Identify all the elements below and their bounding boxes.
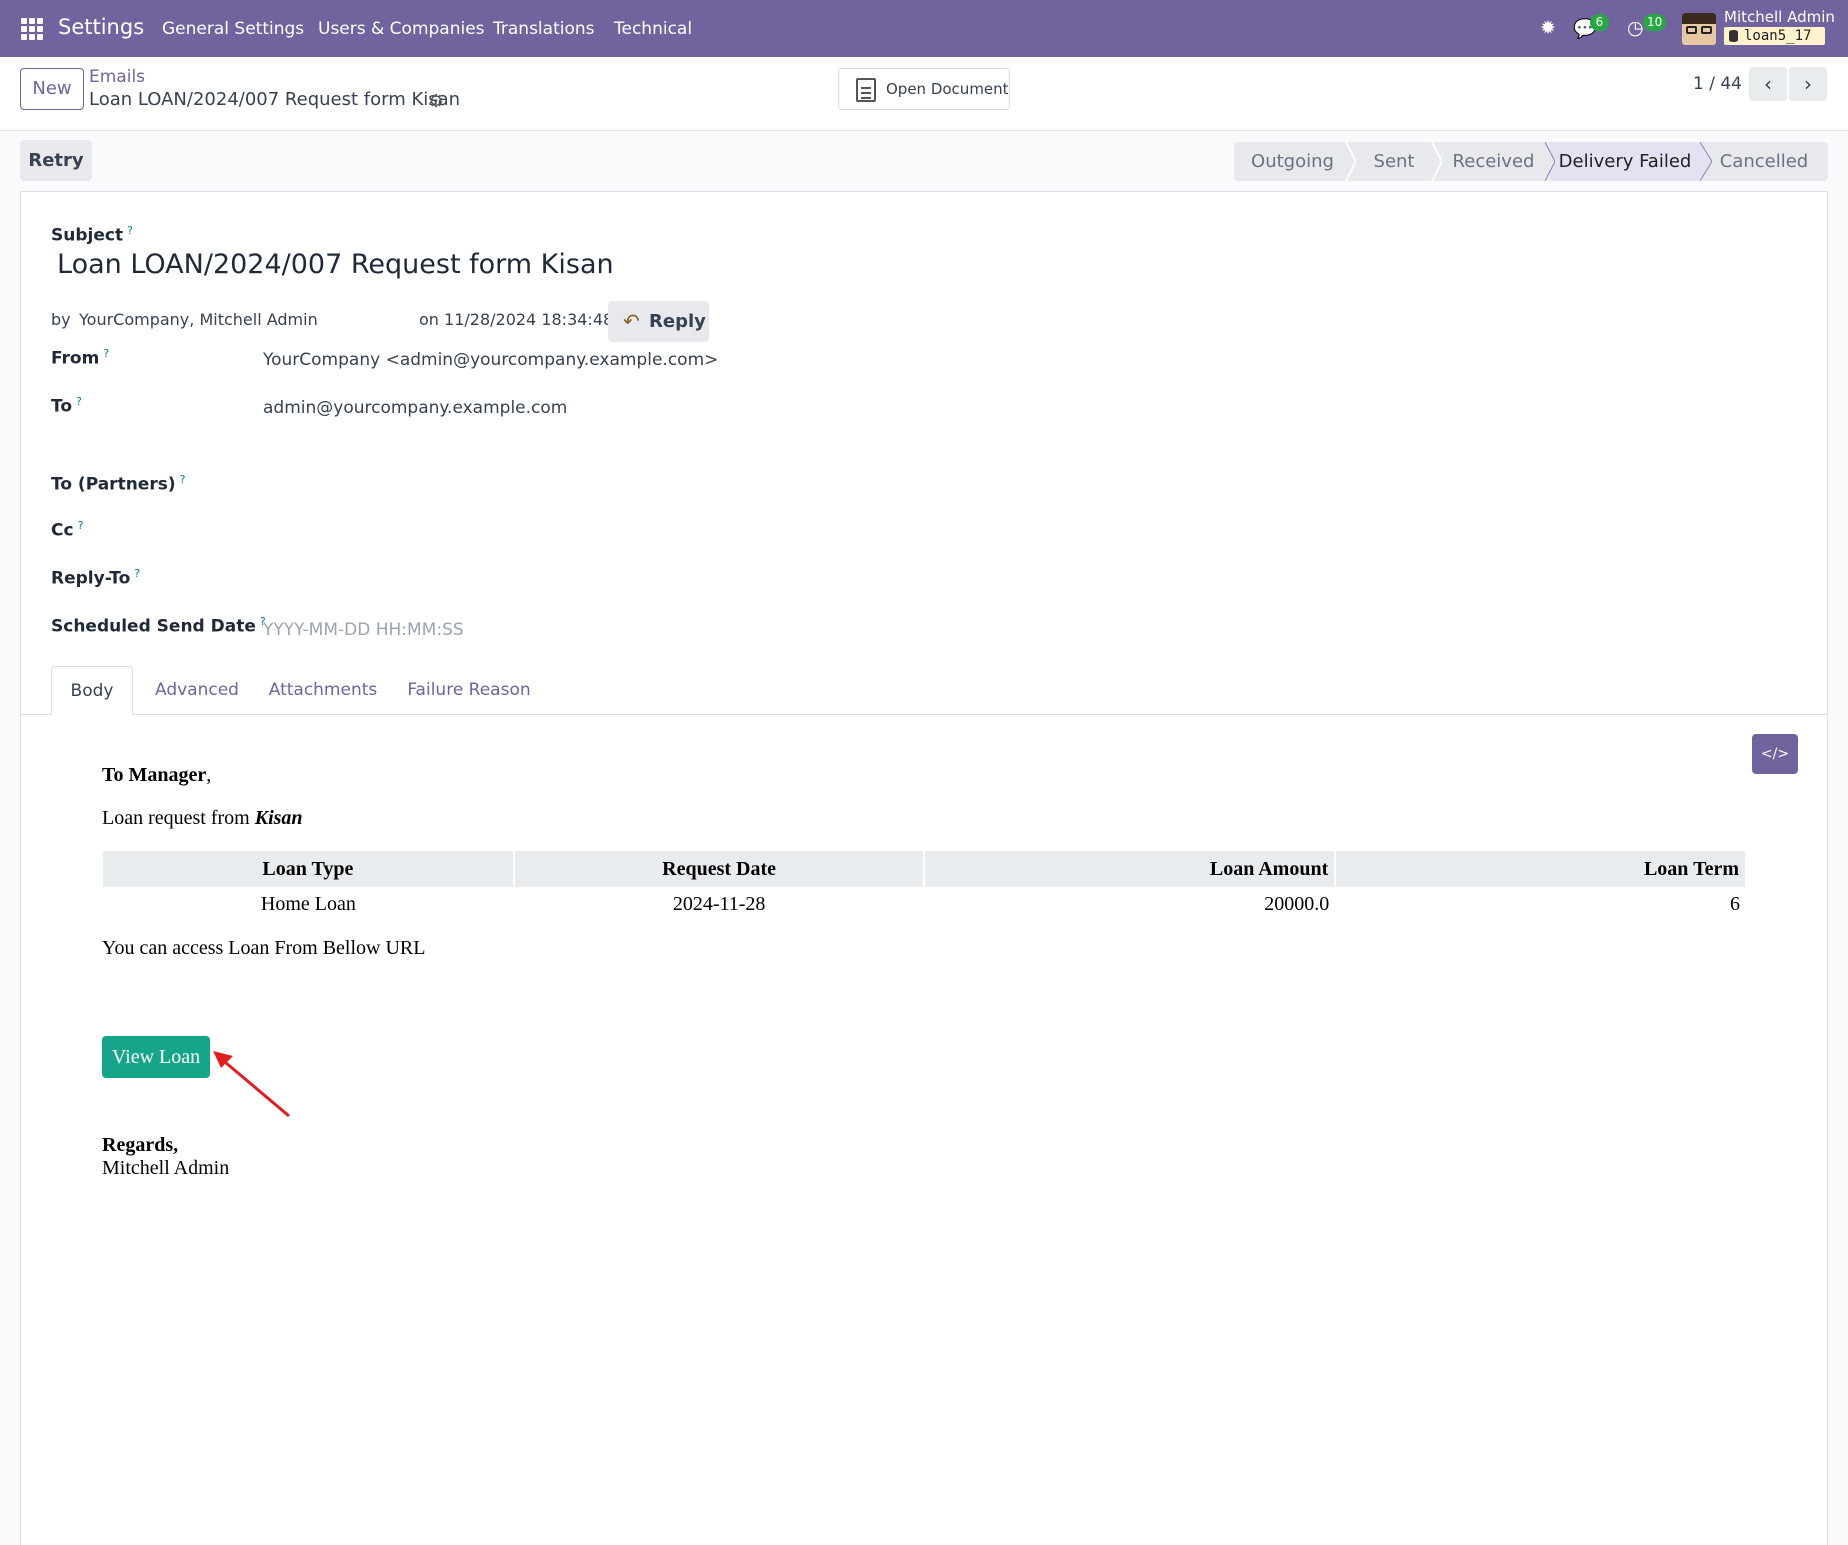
table-header-request-date: Request Date [513,851,926,887]
subject-label: Subject? [51,224,133,246]
open-document-button[interactable]: Open Document [838,68,1010,110]
email-signature: Mitchell Admin [102,1157,230,1179]
stage-delivery-failed[interactable]: Delivery Failed [1550,142,1700,181]
table-header-loan-term: Loan Term [1335,851,1747,887]
cell-loan-term: 6 [1730,892,1740,915]
cell-loan-amount: 20000.0 [1264,892,1330,915]
reply-icon: ↶ [623,309,640,333]
control-panel: New Emails Loan LOAN/2024/007 Request fo… [0,57,1848,131]
stage-separator [1700,142,1712,181]
reply-to-label: Reply-To? [51,567,141,589]
form-sheet: Subject? Loan LOAN/2024/007 Request form… [20,191,1829,1545]
new-button[interactable]: New [20,68,84,110]
email-access-text: You can access Loan From Bellow URL [102,937,426,959]
document-icon [856,78,876,102]
to-value[interactable]: admin@yourcompany.example.com [263,398,567,418]
annotation-arrow [213,1051,290,1118]
menu-technical[interactable]: Technical [614,19,692,39]
menu-translations[interactable]: Translations [493,19,595,39]
email-greeting: To Manager, [102,764,212,786]
apps-grid-icon[interactable] [21,18,43,40]
email-regards: Regards, [102,1134,179,1156]
app-name[interactable]: Settings [58,15,144,39]
stage-sent[interactable]: Sent [1351,142,1437,181]
pager-value[interactable]: 1 / 44 [1693,74,1742,94]
chevron-left-icon[interactable]: ‹ [1749,67,1787,101]
table-header-loan-type: Loan Type [103,851,515,887]
scheduled-send-date-field[interactable]: YYYY-MM-DD HH:MM:SS [263,620,464,640]
subject-value[interactable]: Loan LOAN/2024/007 Request form Kisan [57,249,614,280]
to-partners-label: To (Partners)? [51,473,186,495]
code-icon[interactable]: </> [1752,734,1798,774]
from-value[interactable]: YourCompany <admin@yourcompany.example.c… [263,350,718,370]
messages-badge: 6 [1590,14,1609,31]
stage-separator [1544,142,1555,181]
view-loan-button[interactable]: View Loan [102,1036,210,1078]
cell-request-date: 2024-11-28 [672,892,766,915]
top-navbar: Settings General Settings Users & Compan… [0,0,1848,57]
tab-attachments[interactable]: Attachments [261,666,385,715]
loan-table: Loan Type Request Date Loan Amount Loan … [103,851,1747,921]
stage-separator [1431,142,1442,181]
breadcrumb-current: Loan LOAN/2024/007 Request form Kisan [89,89,461,110]
to-label: To? [51,395,82,417]
database-icon [1729,30,1738,42]
reply-button[interactable]: ↶ Reply [608,301,709,342]
stage-cancelled[interactable]: Cancelled [1700,142,1828,181]
bug-icon[interactable]: ✹ [1540,17,1556,39]
gear-icon[interactable]: ⚙ [428,91,444,112]
stage-received[interactable]: Received [1437,142,1550,181]
date-value: on 11/28/2024 18:34:48 [419,310,614,329]
scheduled-send-date-label: Scheduled Send Date? [51,615,266,637]
activities-badge: 10 [1643,14,1667,31]
by-prefix: by [51,310,71,329]
retry-button[interactable]: Retry [20,140,92,181]
stage-outgoing[interactable]: Outgoing [1234,142,1351,181]
tab-failure-reason[interactable]: Failure Reason [401,666,537,715]
author-value: YourCompany, Mitchell Admin [79,310,318,329]
stage-separator [1345,142,1356,181]
chevron-right-icon[interactable]: › [1789,67,1827,101]
cc-label: Cc? [51,519,84,541]
breadcrumb-emails[interactable]: Emails [89,67,145,87]
tab-body[interactable]: Body [51,666,133,716]
avatar[interactable] [1682,13,1716,45]
email-request-line: Loan request from Kisan [102,807,303,829]
table-header-loan-amount: Loan Amount [924,851,1337,887]
table-row: Home Loan 2024-11-28 20000.0 6 [103,887,1746,921]
clock-icon[interactable]: ◷ [1627,17,1644,39]
cell-loan-type: Home Loan [260,892,356,915]
database-tag: loan5_17 [1724,27,1825,45]
menu-general-settings[interactable]: General Settings [162,19,304,39]
menu-users-companies[interactable]: Users & Companies [318,19,485,39]
tab-advanced[interactable]: Advanced [151,666,243,715]
user-name[interactable]: Mitchell Admin [1724,8,1835,26]
notebook-tabs: Body Advanced Attachments Failure Reason [21,666,1829,716]
from-label: From? [51,347,110,369]
